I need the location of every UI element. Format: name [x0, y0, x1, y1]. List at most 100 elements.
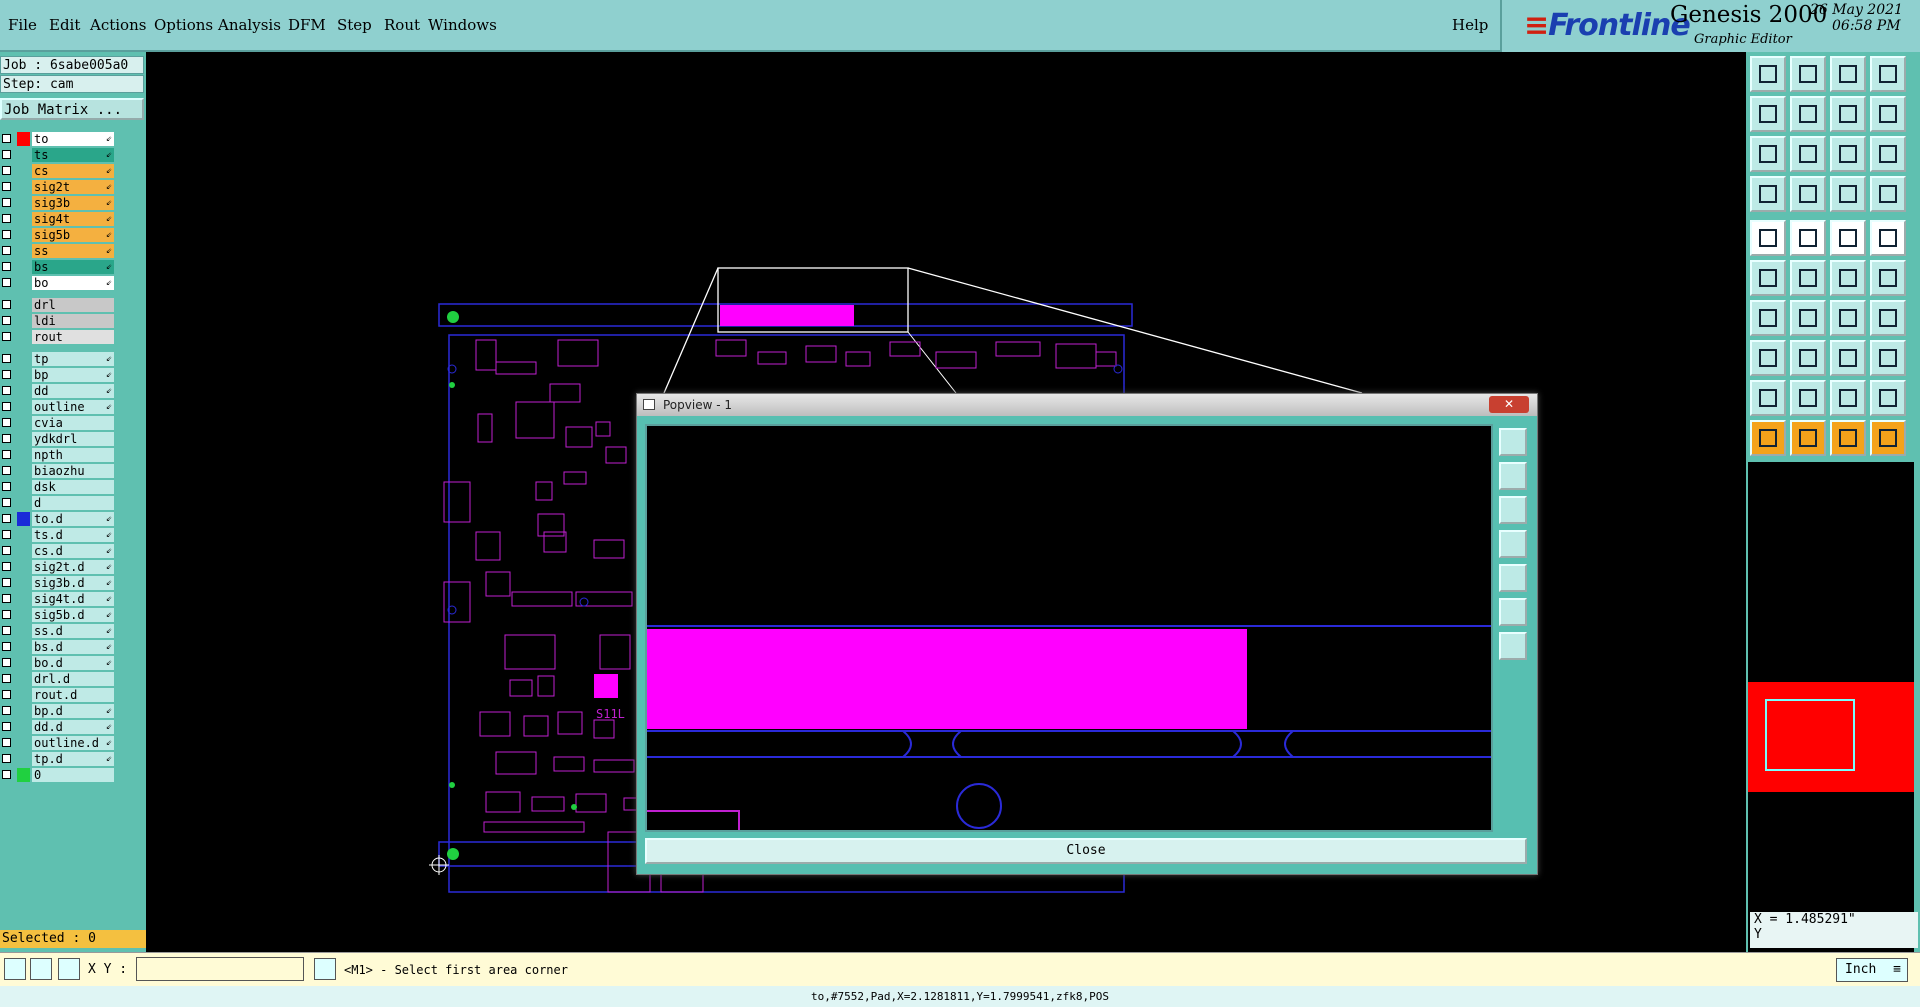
- layer-checkbox[interactable]: [2, 134, 11, 143]
- layer-name[interactable]: drl.d: [32, 672, 114, 686]
- layer-name[interactable]: sig5b: [32, 228, 114, 242]
- net-tool-button[interactable]: [1750, 260, 1786, 296]
- layer-color-swatch[interactable]: [17, 544, 30, 558]
- layer-row[interactable]: tp ⇙: [0, 352, 116, 366]
- move-tool-button[interactable]: [1750, 340, 1786, 376]
- help-tool-button[interactable]: [1870, 136, 1906, 172]
- layer-color-swatch[interactable]: [17, 228, 30, 242]
- layer-row[interactable]: dd ⇙: [0, 384, 116, 398]
- zoom-area-tool-button[interactable]: [1790, 136, 1826, 172]
- window-tool-button[interactable]: [1870, 56, 1906, 92]
- layer-row[interactable]: sig4t ⇙: [0, 212, 116, 226]
- layer-row[interactable]: sig4t.d ⇙: [0, 592, 116, 606]
- popview-zoom-in-button[interactable]: [1499, 598, 1527, 626]
- layer-row[interactable]: ss ⇙: [0, 244, 116, 258]
- layer-color-swatch[interactable]: [17, 400, 30, 414]
- layer-name[interactable]: drl: [32, 298, 114, 312]
- layer-name[interactable]: dsk: [32, 480, 114, 494]
- layer-checkbox[interactable]: [2, 166, 11, 175]
- snap-tool-button[interactable]: [1870, 96, 1906, 132]
- layer-color-swatch[interactable]: [17, 352, 30, 366]
- layer-color-swatch[interactable]: [17, 298, 30, 312]
- layer-name[interactable]: sig2t: [32, 180, 114, 194]
- layer-checkbox[interactable]: [2, 562, 11, 571]
- layer-row[interactable]: sig2t ⇙: [0, 180, 116, 194]
- layer-name[interactable]: ss.d: [32, 624, 114, 638]
- popview-titlebar[interactable]: Popview - 1 ✕: [637, 394, 1537, 416]
- snap-icon[interactable]: [4, 958, 26, 980]
- layer-checkbox[interactable]: [2, 594, 11, 603]
- layer-checkbox[interactable]: [2, 434, 11, 443]
- layer-checkbox[interactable]: [2, 182, 11, 191]
- layer-checkbox[interactable]: [2, 278, 11, 287]
- layer-name[interactable]: 0: [32, 768, 114, 782]
- layer-checkbox[interactable]: [2, 770, 11, 779]
- layer-checkbox[interactable]: [2, 402, 11, 411]
- layer-checkbox[interactable]: [2, 754, 11, 763]
- layer-name[interactable]: outline.d: [32, 736, 114, 750]
- layer-name[interactable]: biaozhu: [32, 464, 114, 478]
- array-tool-button[interactable]: [1830, 340, 1866, 376]
- layer-color-swatch[interactable]: [17, 416, 30, 430]
- layer-checkbox[interactable]: [2, 370, 11, 379]
- popview-pan-down-button[interactable]: [1499, 496, 1527, 524]
- layer-name[interactable]: tp.d: [32, 752, 114, 766]
- line-tool-button[interactable]: [1830, 220, 1866, 256]
- job-matrix-button[interactable]: Job Matrix ...: [0, 98, 144, 120]
- layer-row[interactable]: bs ⇙: [0, 260, 116, 274]
- layer-row[interactable]: biaozhu: [0, 464, 116, 478]
- layer-name[interactable]: ydkdrl: [32, 432, 114, 446]
- layer-color-swatch[interactable]: [17, 512, 30, 526]
- layer-name[interactable]: cs: [32, 164, 114, 178]
- layer-name[interactable]: bp: [32, 368, 114, 382]
- layer-row[interactable]: drl.d: [0, 672, 116, 686]
- layer-color-swatch[interactable]: [17, 384, 30, 398]
- layer-name[interactable]: ss: [32, 244, 114, 258]
- layer-row[interactable]: drl: [0, 298, 116, 312]
- split-tool-button[interactable]: [1870, 300, 1906, 336]
- layer-row[interactable]: dd.d ⇙: [0, 720, 116, 734]
- layer-row[interactable]: 0: [0, 768, 116, 782]
- layer-checkbox[interactable]: [2, 626, 11, 635]
- layer-row[interactable]: cs ⇙: [0, 164, 116, 178]
- layer-checkbox[interactable]: [2, 262, 11, 271]
- layer-name[interactable]: npth: [32, 448, 114, 462]
- measure-icon[interactable]: [30, 958, 52, 980]
- grid-tool-button[interactable]: [1870, 176, 1906, 212]
- layers-tool-button[interactable]: [1830, 176, 1866, 212]
- layer-color-swatch[interactable]: [17, 448, 30, 462]
- menu-help[interactable]: Help: [1452, 16, 1488, 34]
- layer-checkbox[interactable]: [2, 316, 11, 325]
- layer-row[interactable]: rout: [0, 330, 116, 344]
- popview-close-button[interactable]: Close: [645, 838, 1527, 864]
- layer-color-swatch[interactable]: [17, 212, 30, 226]
- overview-map[interactable]: [1748, 462, 1914, 962]
- layer-name[interactable]: to.d: [32, 512, 114, 526]
- angle-tool-button[interactable]: [1750, 300, 1786, 336]
- layer-name[interactable]: sig4t: [32, 212, 114, 226]
- layer-row[interactable]: npth: [0, 448, 116, 462]
- route-tool-button[interactable]: [1870, 260, 1906, 296]
- menu-edit[interactable]: Edit: [49, 16, 80, 34]
- menu-step[interactable]: Step: [337, 16, 372, 34]
- layer-row[interactable]: sig5b ⇙: [0, 228, 116, 242]
- settings-tool-button[interactable]: [1750, 176, 1786, 212]
- layer-name[interactable]: bo: [32, 276, 114, 290]
- layer-color-swatch[interactable]: [17, 704, 30, 718]
- layer-color-swatch[interactable]: [17, 132, 30, 146]
- highlight-tool-button[interactable]: [1790, 220, 1826, 256]
- layer-color-swatch[interactable]: [17, 148, 30, 162]
- pointer3-tool-button[interactable]: [1830, 420, 1866, 456]
- layer-checkbox[interactable]: [2, 300, 11, 309]
- layer-checkbox[interactable]: [2, 386, 11, 395]
- layer-color-swatch[interactable]: [17, 624, 30, 638]
- layer-name[interactable]: dd: [32, 384, 114, 398]
- prev-tool-button[interactable]: [1750, 96, 1786, 132]
- xy-input[interactable]: [136, 957, 304, 981]
- layer-name[interactable]: bo.d: [32, 656, 114, 670]
- layer-name[interactable]: sig4t.d: [32, 592, 114, 606]
- layer-checkbox[interactable]: [2, 246, 11, 255]
- menu-actions[interactable]: Actions: [90, 16, 146, 34]
- open-tool-button[interactable]: [1750, 56, 1786, 92]
- layer-color-swatch[interactable]: [17, 672, 30, 686]
